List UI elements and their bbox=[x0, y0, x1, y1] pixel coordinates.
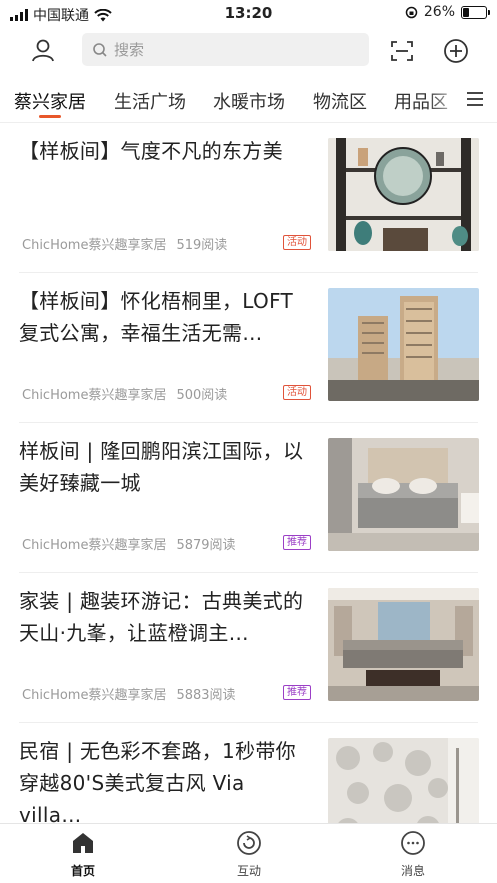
nav-messages[interactable]: 消息 bbox=[373, 830, 453, 879]
category-tabs: 蔡兴家居 生活广场 水暖市场 物流区 用品区 bbox=[0, 78, 497, 123]
tab-caixing-home[interactable]: 蔡兴家居 bbox=[14, 88, 86, 114]
battery-icon bbox=[461, 5, 490, 19]
nav-messages-label: 消息 bbox=[400, 864, 425, 878]
tab-life-plaza[interactable]: 生活广场 bbox=[114, 88, 186, 114]
article-thumbnail bbox=[328, 288, 479, 401]
article-source: ChicHome蔡兴趣享家居 bbox=[22, 388, 167, 403]
article-thumbnail bbox=[328, 738, 479, 823]
article-reads: 5883阅读 bbox=[176, 688, 236, 703]
article-thumbnail bbox=[328, 138, 479, 251]
orientation-lock-icon bbox=[405, 6, 418, 18]
status-badge: 活动 bbox=[283, 385, 311, 400]
add-button[interactable] bbox=[442, 37, 470, 65]
tab-logistics[interactable]: 物流区 bbox=[313, 88, 367, 114]
article-meta: ChicHome蔡兴趣享家居 500阅读 bbox=[22, 384, 227, 403]
top-bar: 搜索 bbox=[0, 27, 497, 73]
article-source: ChicHome蔡兴趣享家居 bbox=[22, 538, 167, 553]
search-icon bbox=[93, 42, 107, 57]
active-tab-indicator bbox=[39, 115, 61, 118]
menu-icon[interactable] bbox=[466, 91, 484, 107]
bottom-nav: 首页 互动 消息 bbox=[0, 823, 497, 883]
article-feed: 【样板间】气度不凡的东方美 ChicHome蔡兴趣享家居 519阅读 活动 【样… bbox=[0, 123, 497, 823]
nav-interact-label: 互动 bbox=[236, 864, 261, 878]
battery-percent: 26% bbox=[423, 4, 455, 20]
article-card[interactable]: 家装 | 趣装环游记：古典美式的天山·九峯，让蓝橙调主… ChicHome蔡兴趣… bbox=[0, 573, 497, 723]
article-card[interactable]: 样板间 | 隆回鹏阳滨江国际，以美好臻藏一城 ChicHome蔡兴趣享家居 587… bbox=[0, 423, 497, 573]
article-meta: ChicHome蔡兴趣享家居 5883阅读 bbox=[22, 684, 236, 703]
nav-interact[interactable]: 互动 bbox=[209, 830, 289, 879]
article-card[interactable]: 民宿 | 无色彩不套路，1秒带你穿越80'S美式复古风 Via villa… bbox=[0, 723, 497, 823]
nav-home[interactable]: 首页 bbox=[43, 830, 123, 879]
article-meta: ChicHome蔡兴趣享家居 519阅读 bbox=[22, 234, 227, 253]
status-bar: 中国联通 13:20 26% bbox=[0, 0, 497, 27]
search-placeholder: 搜索 bbox=[114, 41, 145, 59]
status-badge: 推荐 bbox=[283, 685, 311, 700]
article-title: 家装 | 趣装环游记：古典美式的天山·九峯，让蓝橙调主… bbox=[19, 589, 304, 645]
tab-plumbing-market[interactable]: 水暖市场 bbox=[213, 88, 285, 114]
status-badge: 推荐 bbox=[283, 535, 311, 550]
article-title: 样板间 | 隆回鹏阳滨江国际，以美好臻藏一城 bbox=[19, 439, 304, 495]
article-title: 民宿 | 无色彩不套路，1秒带你穿越80'S美式复古风 Via villa… bbox=[19, 739, 296, 823]
article-source: ChicHome蔡兴趣享家居 bbox=[22, 688, 167, 703]
status-right: 26% bbox=[405, 4, 490, 20]
scan-button[interactable] bbox=[388, 37, 416, 65]
status-badge: 活动 bbox=[283, 235, 311, 250]
article-meta: ChicHome蔡兴趣享家居 5879阅读 bbox=[22, 534, 236, 553]
article-source: ChicHome蔡兴趣享家居 bbox=[22, 238, 167, 253]
article-reads: 519阅读 bbox=[176, 238, 228, 253]
scan-icon bbox=[391, 41, 413, 61]
article-card[interactable]: 【样板间】气度不凡的东方美 ChicHome蔡兴趣享家居 519阅读 活动 bbox=[0, 123, 497, 273]
tab-fade bbox=[427, 78, 467, 122]
search-input[interactable]: 搜索 bbox=[82, 33, 369, 66]
article-title: 【样板间】气度不凡的东方美 bbox=[19, 139, 283, 163]
plus-circle-icon bbox=[444, 39, 468, 63]
profile-button[interactable] bbox=[28, 35, 58, 65]
article-title: 【样板间】怀化梧桐里，LOFT复式公寓，幸福生活无需… bbox=[19, 289, 294, 345]
interact-icon bbox=[237, 831, 261, 855]
article-reads: 5879阅读 bbox=[176, 538, 236, 553]
article-thumbnail bbox=[328, 588, 479, 701]
article-card[interactable]: 【样板间】怀化梧桐里，LOFT复式公寓，幸福生活无需… ChicHome蔡兴趣享… bbox=[0, 273, 497, 423]
message-icon bbox=[401, 831, 425, 855]
article-reads: 500阅读 bbox=[176, 388, 228, 403]
user-icon bbox=[32, 39, 54, 62]
nav-home-label: 首页 bbox=[70, 864, 95, 878]
article-thumbnail bbox=[328, 438, 479, 551]
home-icon bbox=[73, 833, 93, 853]
